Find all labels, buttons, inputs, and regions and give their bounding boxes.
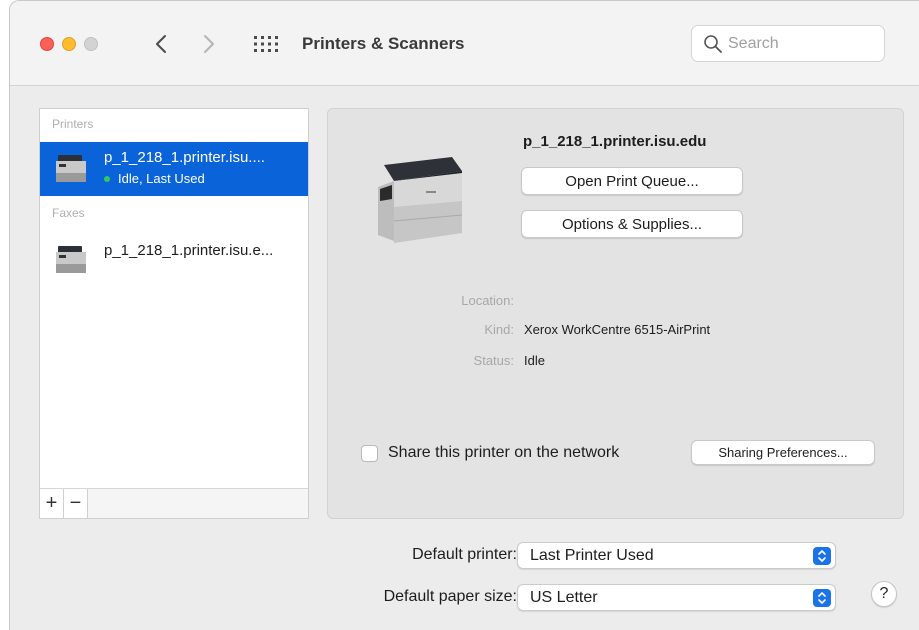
remove-printer-button[interactable]: − <box>64 489 88 518</box>
printer-detail-panel: p_1_218_1.printer.isu.edu Open Print Que… <box>327 108 904 519</box>
selected-printer-name: p_1_218_1.printer.isu.edu <box>523 133 707 150</box>
status-value: Idle <box>524 353 545 368</box>
title-bar: Printers & Scanners <box>10 1 919 86</box>
minimize-window-button[interactable] <box>62 37 76 51</box>
status-label: Status: <box>473 353 514 368</box>
printers-section-label: Printers <box>52 117 94 131</box>
share-printer-checkbox[interactable] <box>361 445 378 462</box>
default-printer-label: Default printer: <box>412 546 517 563</box>
open-print-queue-button[interactable]: Open Print Queue... <box>521 167 743 195</box>
printer-list: Printers p_1_218_1.printer.isu.... Idle,… <box>39 108 309 519</box>
help-button[interactable]: ? <box>871 581 897 607</box>
printer-list-item[interactable]: p_1_218_1.printer.isu.... Idle, Last Use… <box>40 142 308 196</box>
chevron-up-down-icon <box>813 547 831 565</box>
printer-status-text: Idle, Last Used <box>118 171 205 186</box>
add-printer-button[interactable]: + <box>40 489 64 518</box>
printer-icon <box>56 155 86 182</box>
default-paper-size-value: US Letter <box>530 589 598 606</box>
share-printer-label[interactable]: Share this printer on the network <box>388 444 619 462</box>
fax-printer-icon <box>56 246 86 273</box>
location-label: Location: <box>461 293 514 308</box>
faxes-section-label: Faxes <box>52 206 85 220</box>
chevron-right-icon <box>204 35 214 53</box>
search-field[interactable] <box>691 25 885 62</box>
sidebar-toolbar: + − <box>40 488 308 518</box>
printers-scanners-window: Printers & Scanners Printers p_1_218_1.p… <box>9 0 919 630</box>
show-all-preferences-button[interactable] <box>253 34 279 54</box>
chevron-left-icon <box>156 35 166 53</box>
default-printer-value: Last Printer Used <box>530 547 654 564</box>
printer-status: Idle, Last Used <box>104 171 205 186</box>
chevron-up-down-icon <box>813 589 831 607</box>
kind-value: Xerox WorkCentre 6515-AirPrint <box>524 322 711 337</box>
kind-label: Kind: <box>484 322 514 337</box>
zoom-window-button[interactable] <box>84 37 98 51</box>
close-window-button[interactable] <box>40 37 54 51</box>
search-input[interactable] <box>728 34 868 53</box>
fax-name: p_1_218_1.printer.isu.e... <box>104 242 274 259</box>
search-icon <box>704 34 722 53</box>
printer-image <box>378 157 463 243</box>
default-printer-popup[interactable]: Last Printer Used <box>517 542 836 569</box>
status-dot-icon <box>104 175 110 182</box>
forward-button[interactable] <box>196 29 222 59</box>
back-button[interactable] <box>148 29 174 59</box>
options-supplies-button[interactable]: Options & Supplies... <box>521 210 743 238</box>
default-paper-size-label: Default paper size: <box>383 588 517 605</box>
sharing-preferences-button[interactable]: Sharing Preferences... <box>691 440 875 465</box>
fax-list-item[interactable]: p_1_218_1.printer.isu.e... <box>40 233 308 287</box>
printer-name: p_1_218_1.printer.isu.... <box>104 149 265 166</box>
window-title: Printers & Scanners <box>302 34 465 53</box>
default-paper-size-popup[interactable]: US Letter <box>517 584 836 611</box>
grid-icon <box>254 36 278 52</box>
